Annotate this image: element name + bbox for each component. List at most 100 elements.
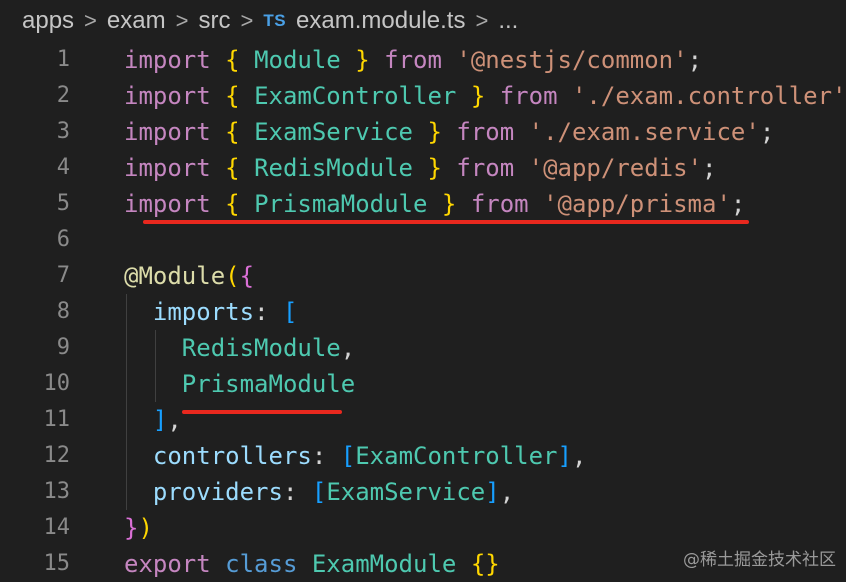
code-token: } (441, 190, 457, 218)
code-token: from (384, 46, 442, 74)
line-number: 13 (43, 479, 71, 504)
code-token: { (225, 118, 240, 146)
code-token: } (427, 118, 442, 146)
code-token: ] (485, 478, 500, 506)
code-line[interactable]: 6 (0, 222, 846, 258)
chevron-right-icon: > (84, 8, 97, 33)
breadcrumb-item-file[interactable]: exam.module.ts (296, 7, 465, 35)
line-number: 1 (56, 47, 70, 72)
line-number: 2 (56, 83, 70, 108)
code-text[interactable]: providers: [ExamService], (124, 474, 514, 510)
code-token: './exam.controller' (571, 82, 846, 110)
code-token: PrismaModule (254, 190, 428, 218)
code-token: import (124, 46, 211, 74)
code-token: ExamService (326, 478, 486, 506)
code-token: import (124, 82, 211, 110)
code-token: ; (687, 46, 703, 74)
code-line[interactable]: 3 import { ExamService } from './exam.ser… (0, 114, 846, 150)
code-token: , (571, 442, 587, 470)
line-number: 15 (43, 551, 71, 576)
code-token: {} (470, 550, 500, 578)
code-token: { (239, 262, 255, 290)
code-text[interactable]: imports: [ (124, 294, 298, 330)
line-number: 8 (56, 299, 70, 324)
code-token: from (456, 118, 515, 146)
code-line[interactable]: 14}) (0, 510, 846, 546)
code-token: PrismaModule (181, 370, 356, 398)
code-token: ] (152, 406, 168, 434)
code-text[interactable]: ], (124, 402, 182, 438)
line-number: 7 (56, 263, 70, 288)
chevron-right-icon: > (475, 8, 489, 33)
code-token: RedisModule (254, 154, 414, 182)
code-token: } (470, 82, 486, 110)
code-text[interactable]: RedisModule, (124, 330, 355, 366)
code-token: import (124, 154, 211, 182)
breadcrumb-item-exam[interactable]: exam (107, 7, 166, 35)
code-token: import (124, 190, 211, 218)
code-token: @Module (124, 262, 226, 290)
code-line[interactable]: 1 import { Module } from '@nestjs/common'… (0, 42, 846, 78)
code-token: imports (152, 298, 255, 326)
code-text[interactable]: controllers: [ExamController], (124, 438, 587, 474)
code-token: [ (311, 478, 327, 506)
code-token: } (427, 154, 442, 182)
code-line[interactable]: 2 import { ExamController } from './exam.… (0, 78, 846, 114)
code-token: ExamModule (311, 550, 457, 578)
code-text[interactable]: export class ExamModule {} (124, 546, 500, 582)
code-token: ] (557, 442, 572, 470)
chevron-right-icon: > (240, 8, 254, 33)
code-text[interactable]: PrismaModule (124, 366, 355, 402)
code-text[interactable]: }) (124, 510, 153, 546)
code-token: { (225, 154, 240, 182)
code-text[interactable]: import { ExamService } from './exam.serv… (124, 114, 774, 150)
code-token: ) (138, 514, 153, 542)
code-text[interactable]: import { ExamController } from './exam.c… (124, 78, 846, 114)
code-line[interactable]: 5 import { PrismaModule } from '@app/pris… (0, 186, 846, 222)
code-line[interactable]: 4 import { RedisModule } from '@app/redis… (0, 150, 846, 186)
code-token: ( (225, 262, 240, 290)
code-token: { (225, 82, 240, 110)
code-token: } (355, 46, 370, 74)
breadcrumb-item-src[interactable]: src (198, 7, 230, 35)
line-number: 5 (56, 191, 70, 216)
code-line[interactable]: 7 @Module({ (0, 258, 846, 294)
breadcrumb-more[interactable]: ... (498, 7, 518, 35)
line-number: 12 (43, 443, 71, 468)
code-text[interactable]: @Module({ (124, 258, 254, 294)
code-text[interactable]: import { RedisModule } from '@app/redis'… (124, 150, 716, 186)
line-number: 4 (56, 155, 70, 180)
code-text[interactable]: import { PrismaModule } from '@app/prism… (124, 186, 745, 222)
annotation-underline-line-5 (143, 220, 749, 224)
line-number: 6 (56, 227, 70, 252)
code-token: './exam.service' (528, 118, 760, 146)
code-text[interactable]: import { Module } from '@nestjs/common'; (124, 42, 702, 78)
code-token: ExamController (254, 82, 457, 110)
code-token: '@nestjs/common' (456, 46, 688, 74)
code-token: ExamService (254, 118, 414, 146)
breadcrumb-item-apps[interactable]: apps (22, 7, 74, 35)
breadcrumb: apps > exam > src > TS exam.module.ts > … (0, 0, 846, 42)
code-token: from (499, 82, 558, 110)
